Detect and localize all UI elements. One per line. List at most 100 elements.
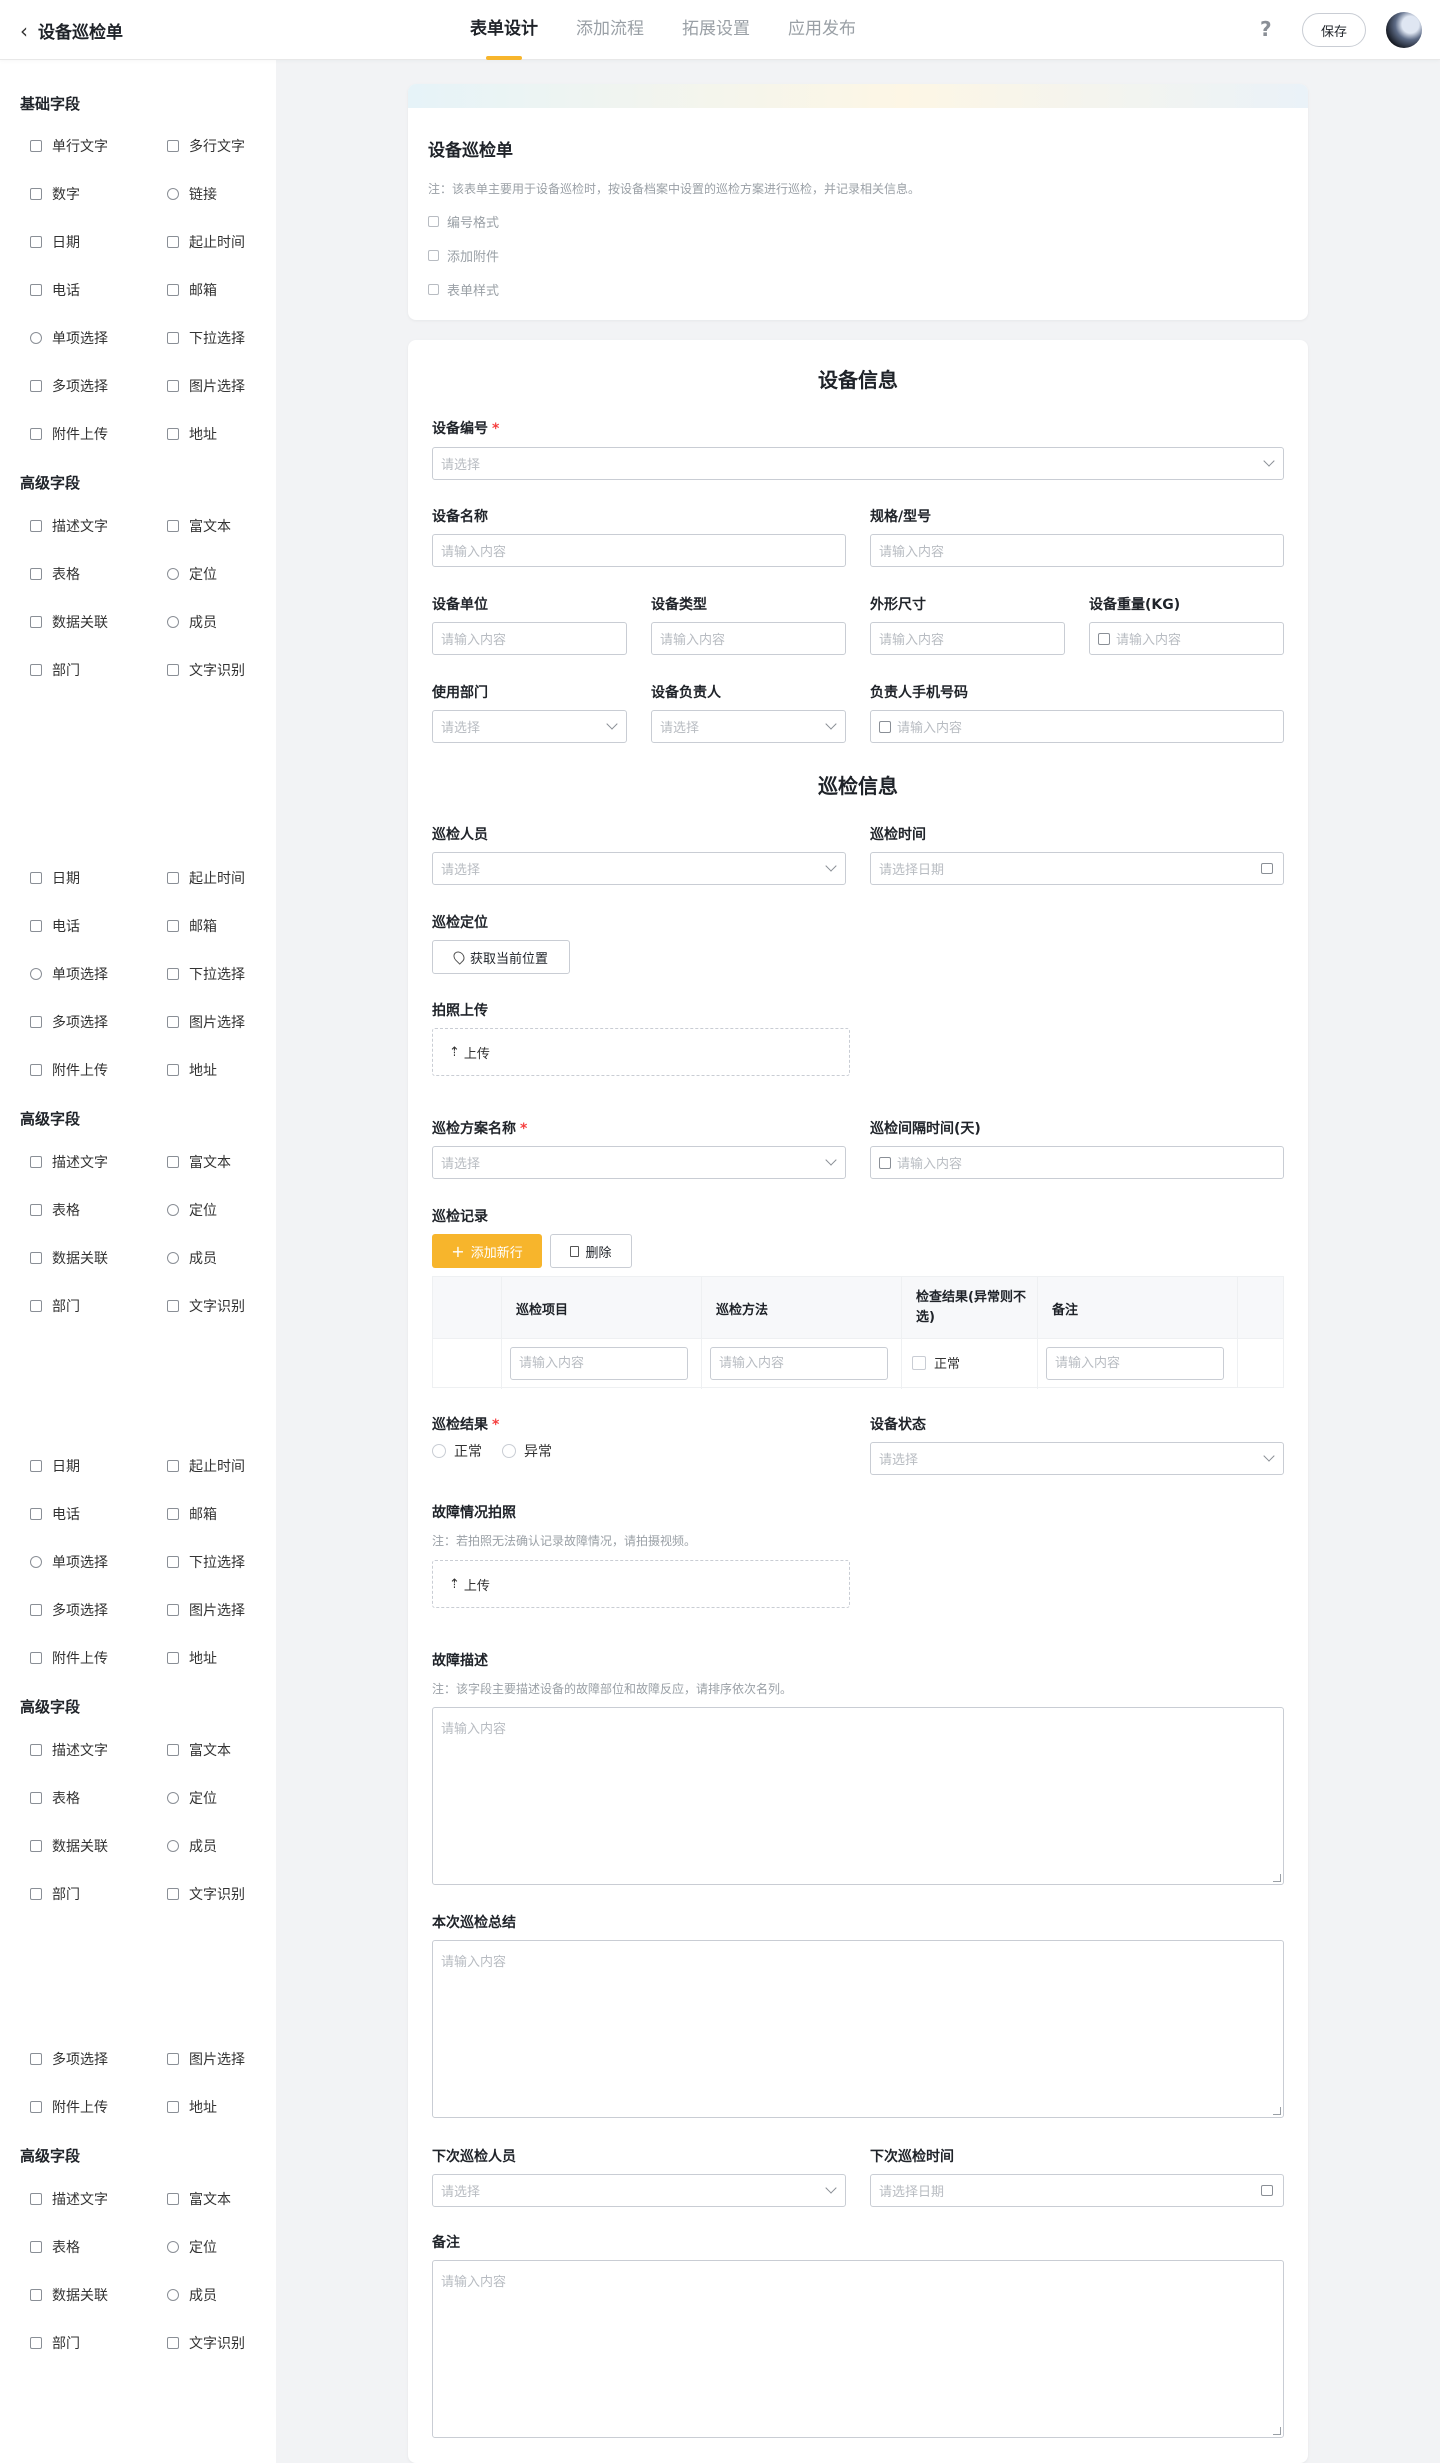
field-address[interactable]: 地址: [167, 424, 217, 444]
field-department[interactable]: 部门: [30, 1296, 80, 1316]
field-member[interactable]: 成员: [167, 612, 217, 632]
help-icon[interactable]: ?: [1260, 17, 1272, 41]
device-status-select[interactable]: 请选择: [870, 1442, 1284, 1475]
field-desc-text[interactable]: 描述文字: [30, 1152, 108, 1172]
numbering-format-option[interactable]: 编号格式: [428, 212, 499, 231]
tab-extend-settings[interactable]: 拓展设置: [682, 0, 750, 60]
field-single-choice[interactable]: 单项选择: [30, 328, 108, 348]
field-rich-text[interactable]: 富文本: [167, 2189, 231, 2209]
field-date[interactable]: 日期: [30, 868, 80, 888]
field-attachment[interactable]: 附件上传: [30, 424, 108, 444]
field-multi-choice[interactable]: 多项选择: [30, 1600, 108, 1620]
field-image-choice[interactable]: 图片选择: [167, 1600, 245, 1620]
field-ocr[interactable]: 文字识别: [167, 1296, 245, 1316]
device-name-input[interactable]: 请输入内容: [432, 534, 846, 567]
field-image-choice[interactable]: 图片选择: [167, 2049, 245, 2069]
field-table[interactable]: 表格: [30, 1200, 80, 1220]
field-date-range[interactable]: 起止时间: [167, 1456, 245, 1476]
field-image-choice[interactable]: 图片选择: [167, 1012, 245, 1032]
field-multi-choice[interactable]: 多项选择: [30, 1012, 108, 1032]
field-multi-choice[interactable]: 多项选择: [30, 2049, 108, 2069]
field-rich-text[interactable]: 富文本: [167, 1740, 231, 1760]
type-input[interactable]: 请输入内容: [651, 622, 846, 655]
dept-select[interactable]: 请选择: [432, 710, 627, 743]
back-button[interactable]: ‹ 设备巡检单: [20, 18, 123, 44]
field-phone[interactable]: 电话: [30, 916, 80, 936]
inspect-item-input[interactable]: 请输入内容: [510, 1347, 688, 1380]
field-ocr[interactable]: 文字识别: [167, 660, 245, 680]
field-email[interactable]: 邮箱: [167, 1504, 217, 1524]
get-location-button[interactable]: 获取当前位置: [432, 940, 570, 974]
field-date-range[interactable]: 起止时间: [167, 868, 245, 888]
field-location[interactable]: 定位: [167, 2237, 217, 2257]
weight-input[interactable]: 请输入内容: [1089, 622, 1284, 655]
field-email[interactable]: 邮箱: [167, 916, 217, 936]
field-member[interactable]: 成员: [167, 2285, 217, 2305]
field-member[interactable]: 成员: [167, 1836, 217, 1856]
field-desc-text[interactable]: 描述文字: [30, 516, 108, 536]
inspect-method-input[interactable]: 请输入内容: [710, 1347, 888, 1380]
tab-add-flow[interactable]: 添加流程: [576, 0, 644, 60]
field-image-choice[interactable]: 图片选择: [167, 376, 245, 396]
record-remark-input[interactable]: 请输入内容: [1046, 1347, 1224, 1380]
form-style-option[interactable]: 表单样式: [428, 280, 499, 299]
field-address[interactable]: 地址: [167, 2097, 217, 2117]
inspector-select[interactable]: 请选择: [432, 852, 846, 885]
field-desc-text[interactable]: 描述文字: [30, 1740, 108, 1760]
owner-phone-input[interactable]: 请输入内容: [870, 710, 1284, 743]
field-phone[interactable]: 电话: [30, 280, 80, 300]
fault-photo-upload-area[interactable]: ⇡ 上传: [432, 1560, 850, 1608]
fault-desc-textarea[interactable]: 请输入内容: [432, 1707, 1284, 1885]
form-title[interactable]: 设备巡检单: [428, 136, 513, 161]
field-date-range[interactable]: 起止时间: [167, 232, 245, 252]
field-member[interactable]: 成员: [167, 1248, 217, 1268]
field-department[interactable]: 部门: [30, 1884, 80, 1904]
field-location[interactable]: 定位: [167, 564, 217, 584]
field-date[interactable]: 日期: [30, 1456, 80, 1476]
plan-name-select[interactable]: 请选择: [432, 1146, 846, 1179]
owner-select[interactable]: 请选择: [651, 710, 846, 743]
field-data-link[interactable]: 数据关联: [30, 1248, 108, 1268]
field-single-text[interactable]: 单行文字: [30, 136, 108, 156]
field-address[interactable]: 地址: [167, 1648, 217, 1668]
field-address[interactable]: 地址: [167, 1060, 217, 1080]
result-normal-radio[interactable]: 正常: [432, 1441, 482, 1461]
field-multi-text[interactable]: 多行文字: [167, 136, 245, 156]
field-link[interactable]: 链接: [167, 184, 217, 204]
add-attachment-option[interactable]: 添加附件: [428, 246, 499, 265]
field-phone[interactable]: 电话: [30, 1504, 80, 1524]
field-multi-choice[interactable]: 多项选择: [30, 376, 108, 396]
next-inspector-select[interactable]: 请选择: [432, 2174, 846, 2207]
avatar[interactable]: [1386, 12, 1422, 48]
field-dropdown[interactable]: 下拉选择: [167, 964, 245, 984]
field-date[interactable]: 日期: [30, 232, 80, 252]
field-location[interactable]: 定位: [167, 1788, 217, 1808]
summary-textarea[interactable]: 请输入内容: [432, 1940, 1284, 2118]
tab-form-design[interactable]: 表单设计: [470, 0, 538, 60]
field-department[interactable]: 部门: [30, 660, 80, 680]
next-time-picker[interactable]: 请选择日期: [870, 2174, 1284, 2207]
field-ocr[interactable]: 文字识别: [167, 1884, 245, 1904]
field-single-choice[interactable]: 单项选择: [30, 1552, 108, 1572]
check-result-normal-checkbox[interactable]: 正常: [912, 1353, 960, 1372]
remark-textarea[interactable]: 请输入内容: [432, 2260, 1284, 2438]
field-attachment[interactable]: 附件上传: [30, 2097, 108, 2117]
field-department[interactable]: 部门: [30, 2333, 80, 2353]
field-rich-text[interactable]: 富文本: [167, 516, 231, 536]
field-number[interactable]: 数字: [30, 184, 80, 204]
tab-app-publish[interactable]: 应用发布: [788, 0, 856, 60]
field-dropdown[interactable]: 下拉选择: [167, 1552, 245, 1572]
field-data-link[interactable]: 数据关联: [30, 612, 108, 632]
field-rich-text[interactable]: 富文本: [167, 1152, 231, 1172]
inspect-time-picker[interactable]: 请选择日期: [870, 852, 1284, 885]
field-table[interactable]: 表格: [30, 2237, 80, 2257]
field-table[interactable]: 表格: [30, 564, 80, 584]
field-attachment[interactable]: 附件上传: [30, 1648, 108, 1668]
form-description[interactable]: 注：该表单主要用于设备巡检时，按设备档案中设置的巡检方案进行巡检，并记录相关信息…: [428, 180, 920, 197]
field-table[interactable]: 表格: [30, 1788, 80, 1808]
interval-input[interactable]: 请输入内容: [870, 1146, 1284, 1179]
field-single-choice[interactable]: 单项选择: [30, 964, 108, 984]
result-abnormal-radio[interactable]: 异常: [502, 1441, 552, 1461]
field-desc-text[interactable]: 描述文字: [30, 2189, 108, 2209]
field-data-link[interactable]: 数据关联: [30, 2285, 108, 2305]
